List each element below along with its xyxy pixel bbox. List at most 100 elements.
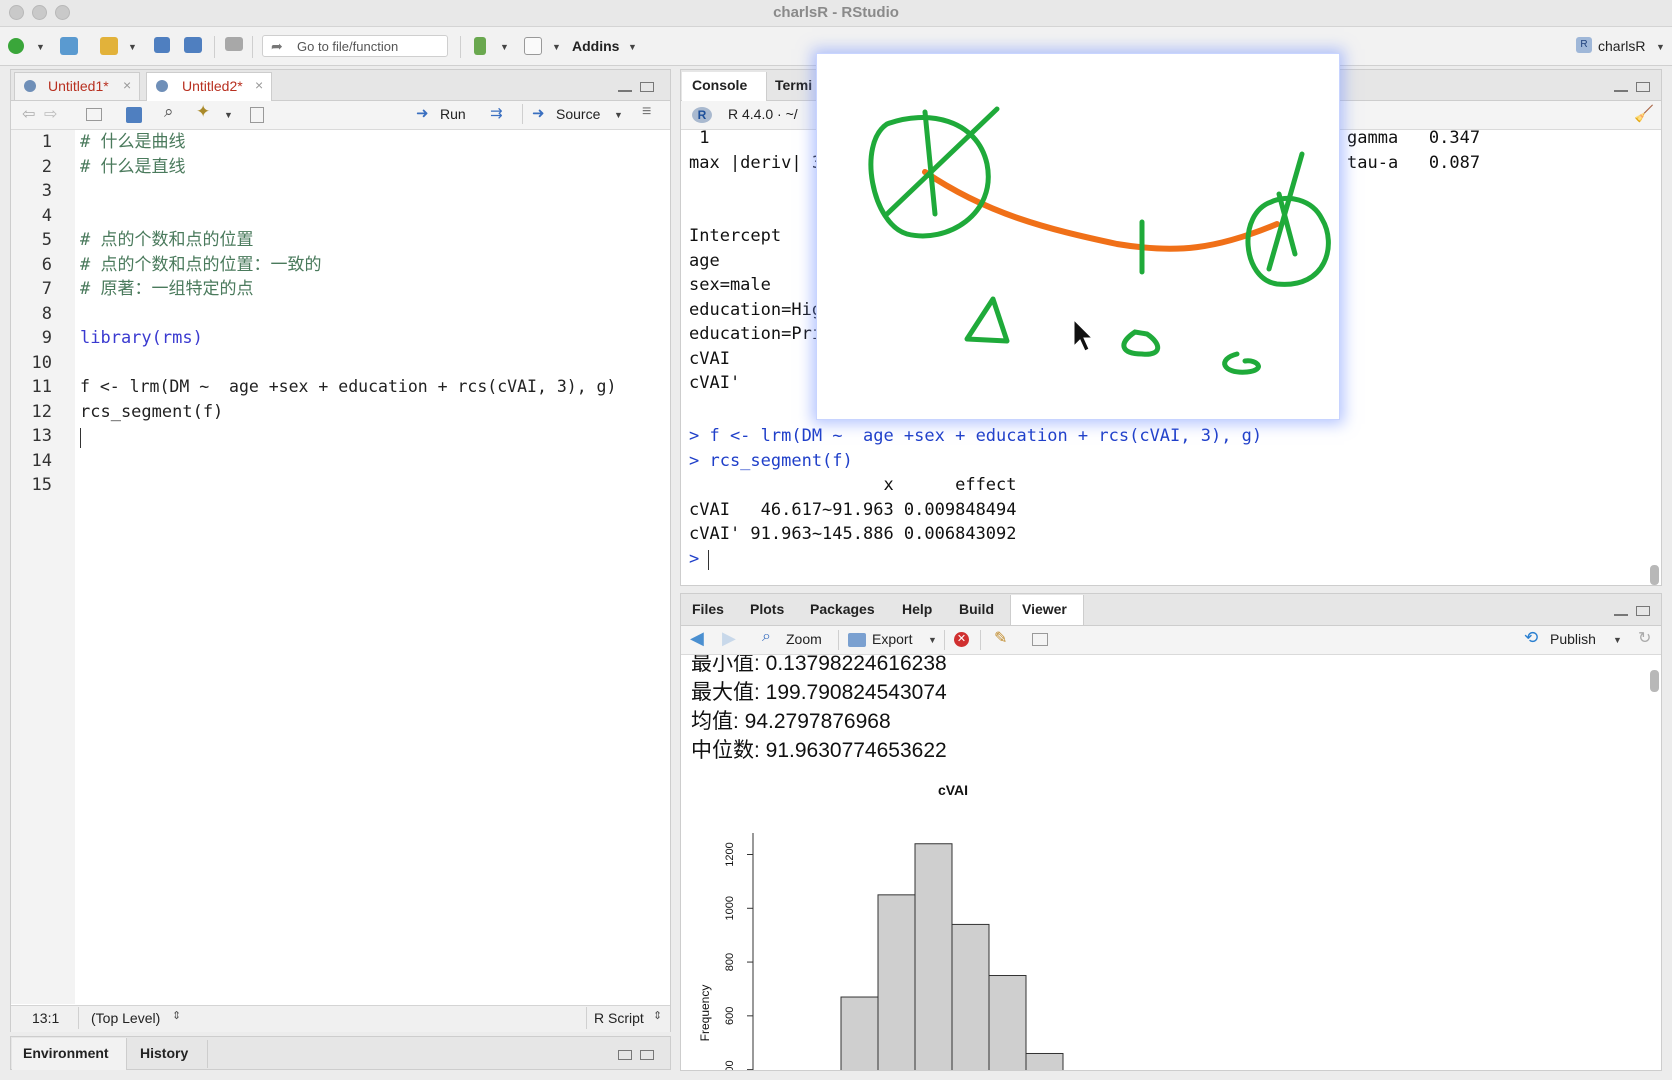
tab-build[interactable]: Build (959, 601, 994, 617)
code-line[interactable]: rcs_segment(f) (80, 400, 665, 425)
code-line[interactable] (80, 449, 665, 474)
save-all-icon[interactable] (184, 37, 202, 53)
minimize-pane-icon[interactable] (1614, 86, 1628, 92)
workspace-panes-icon[interactable] (524, 37, 542, 55)
code-tools-dropdown-icon[interactable]: ▼ (224, 110, 233, 120)
console-line: age (689, 250, 720, 271)
show-in-window-icon[interactable] (86, 108, 102, 121)
toolbar-separator (944, 630, 945, 650)
close-tab-icon[interactable]: × (255, 77, 263, 93)
project-menu[interactable]: charlsR (1598, 38, 1645, 54)
document-outline-icon[interactable]: ≡ (642, 103, 651, 121)
code-line[interactable] (80, 179, 665, 204)
publish-button[interactable]: Publish (1550, 631, 1596, 647)
goto-arrow-icon: ➦ (271, 38, 283, 54)
publish-dropdown-icon[interactable]: ▼ (1613, 635, 1622, 645)
rerun-icon[interactable]: ⇉ (490, 104, 503, 122)
code-line[interactable]: library(rms) (80, 326, 665, 351)
code-line[interactable] (80, 204, 665, 229)
source-button[interactable]: Source (556, 106, 600, 122)
code-tools-wand-icon[interactable]: ✦ (196, 102, 210, 122)
viewer-back-icon[interactable]: ◀ (690, 628, 704, 649)
close-tab-icon[interactable]: × (123, 77, 131, 93)
viewer-forward-icon[interactable]: ▶ (722, 628, 736, 649)
line-number: 2 (41, 156, 52, 177)
back-arrow-icon[interactable]: ⇦ (22, 104, 35, 124)
refresh-viewer-icon[interactable]: ↻ (1638, 628, 1651, 648)
zoom-button[interactable]: Zoom (786, 631, 822, 647)
code-line[interactable] (80, 351, 665, 376)
code-editor[interactable]: # 什么是曲线 # 什么是直线 # 点的个数和点的位置 # 点的个数和点的位置：… (80, 130, 665, 498)
code-line[interactable]: # 点的个数和点的位置 (80, 228, 665, 253)
tab-label: Viewer (1022, 601, 1067, 617)
new-file-dropdown-icon[interactable]: ▼ (36, 42, 45, 52)
line-number: 12 (31, 401, 52, 422)
clear-console-icon[interactable]: 🧹 (1634, 104, 1654, 124)
freehand-annotation (868, 106, 1331, 375)
cursor-position: 13:1 (32, 1010, 60, 1026)
code-line[interactable]: # 点的个数和点的位置：一致的 (80, 253, 665, 278)
tab-history[interactable]: History (140, 1045, 188, 1061)
console-scrollbar[interactable] (1650, 565, 1659, 585)
new-project-icon[interactable] (60, 37, 78, 55)
new-file-icon[interactable] (8, 38, 24, 54)
tab-packages[interactable]: Packages (810, 601, 875, 617)
minimize-pane-icon[interactable] (1614, 610, 1628, 616)
open-dropdown-icon[interactable]: ▼ (128, 42, 137, 52)
save-file-icon[interactable] (126, 107, 142, 123)
maximize-pane-icon[interactable] (1636, 606, 1650, 616)
project-dropdown-icon[interactable]: ▼ (1656, 42, 1665, 52)
code-line[interactable] (80, 473, 665, 498)
code-line[interactable]: # 什么是直线 (80, 155, 665, 180)
maximize-pane-icon[interactable] (640, 1050, 654, 1060)
annotation-overlay-window[interactable] (816, 53, 1340, 420)
tab-terminal[interactable]: Termi (775, 77, 812, 93)
tab-help[interactable]: Help (902, 601, 932, 617)
run-button[interactable]: Run (440, 106, 466, 122)
clear-all-broom-icon[interactable]: ✎ (994, 628, 1007, 648)
show-in-new-window-icon[interactable] (1032, 633, 1048, 646)
export-dropdown-icon[interactable]: ▼ (928, 635, 937, 645)
editor-tab-label: Untitled1* (48, 78, 109, 94)
file-type-selector[interactable]: R Script (594, 1010, 644, 1026)
goto-file-input[interactable]: Go to file/function (262, 35, 448, 57)
print-icon[interactable] (225, 37, 243, 51)
export-button[interactable]: Export (872, 631, 912, 647)
source-dropdown-icon[interactable]: ▼ (614, 110, 623, 120)
r-version-path[interactable]: R 4.4.0 · ~/ (728, 106, 798, 122)
forward-arrow-icon[interactable]: ⇨ (44, 104, 57, 124)
editor-tab-untitled1[interactable]: Untitled1* × (14, 72, 140, 100)
tab-viewer[interactable]: Viewer (1010, 595, 1084, 625)
code-line[interactable]: # 原著：一组特定的点 (80, 277, 665, 302)
vcs-dropdown-icon[interactable]: ▼ (500, 42, 509, 52)
open-file-icon[interactable] (100, 37, 118, 55)
code-line[interactable] (80, 424, 665, 449)
compile-report-icon[interactable] (250, 107, 264, 123)
console-prompt[interactable]: > (689, 549, 1262, 574)
tab-console[interactable]: Console (682, 72, 767, 101)
save-icon[interactable] (154, 37, 170, 53)
scope-selector[interactable]: (Top Level) (91, 1010, 160, 1026)
find-replace-icon[interactable]: ⌕ (164, 102, 174, 122)
y-tick-label: 400 (724, 1060, 736, 1070)
panes-dropdown-icon[interactable]: ▼ (552, 42, 561, 52)
maximize-pane-icon[interactable] (640, 82, 654, 92)
remove-viewer-icon[interactable]: ✕ (954, 632, 969, 647)
viewer-scrollbar[interactable] (1650, 670, 1659, 692)
editor-tab-untitled2[interactable]: Untitled2* × (146, 72, 272, 101)
addins-dropdown-icon[interactable]: ▼ (628, 42, 637, 52)
code-line[interactable] (80, 302, 665, 327)
tab-environment[interactable]: Environment (12, 1038, 127, 1070)
code-line[interactable]: f <- lrm(DM ~ age +sex + education + rcs… (80, 375, 665, 400)
version-control-icon[interactable] (474, 37, 486, 55)
tab-plots[interactable]: Plots (750, 601, 784, 617)
console-command: > rcs_segment(f) (689, 450, 853, 471)
tab-files[interactable]: Files (692, 601, 724, 617)
addins-menu[interactable]: Addins (572, 38, 619, 54)
line-number: 13 (31, 426, 52, 446)
maximize-pane-icon[interactable] (1636, 82, 1650, 92)
minimize-pane-icon[interactable] (618, 86, 632, 92)
code-line[interactable]: # 什么是曲线 (80, 130, 665, 155)
restore-pane-icon[interactable] (618, 1050, 632, 1060)
line-number: 9 (41, 328, 52, 348)
